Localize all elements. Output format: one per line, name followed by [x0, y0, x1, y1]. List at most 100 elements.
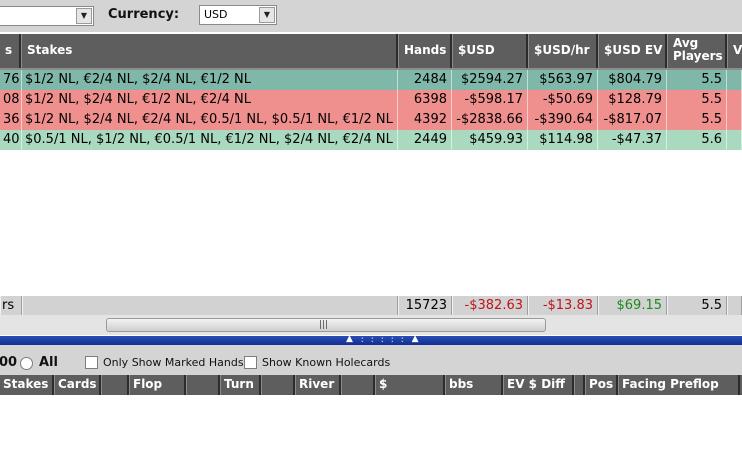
- row-cell-stakes: $1/2 NL, €2/4 NL, $2/4 NL, €1/2 NL: [22, 70, 398, 90]
- column-header-avg-players[interactable]: Avg Players: [667, 34, 727, 68]
- panel-splitter[interactable]: ▲ ⋮⋮⋮⋮⋮ ▲: [0, 334, 742, 345]
- column-header-label: EV $ Diff: [507, 377, 565, 391]
- column-header-blank-2[interactable]: [186, 375, 220, 395]
- column-header-usd-ev[interactable]: $USD EV: [598, 34, 667, 68]
- column-header-usd[interactable]: $USD: [452, 34, 528, 68]
- column-header-label: $USD/hr: [534, 43, 590, 57]
- chevron-down-icon[interactable]: ▼: [259, 7, 275, 23]
- column-header-label: Stakes: [3, 377, 49, 391]
- totals-avg-players: 5.5: [667, 296, 727, 315]
- column-header-label: Cards: [58, 377, 97, 391]
- all-radio[interactable]: [20, 357, 33, 370]
- row-cell-avg-players: 5.5: [667, 90, 727, 110]
- row-cell-avg-players: 5.5: [667, 110, 727, 130]
- scrollbar-thumb[interactable]: |||: [106, 318, 546, 332]
- column-header-blank-1[interactable]: [101, 375, 129, 395]
- known-holecards-label: Show Known Holecards: [262, 356, 391, 369]
- row-cell-usd-per-hour: $114.98: [528, 130, 598, 150]
- row-cell-hands: 6398: [398, 90, 452, 110]
- hands-grid-header: Stakes Cards Flop Turn River $ bbs EV $ …: [0, 375, 742, 395]
- column-header-blank-4[interactable]: [341, 375, 375, 395]
- row-cell-usd: -$2838.66: [452, 110, 528, 130]
- totals-partial: [727, 296, 742, 315]
- column-header-label: River: [299, 377, 335, 391]
- column-header-label: $USD EV: [604, 43, 663, 57]
- row-cell-hands: 4392: [398, 110, 452, 130]
- filter-toolbar: ▼ Currency: USD ▼: [0, 0, 742, 32]
- row-cell-partial-right: [727, 110, 742, 130]
- column-header-facing-preflop[interactable]: Facing Preflop: [618, 375, 740, 395]
- table-row[interactable]: 36 $1/2 NL, $2/4 NL, €2/4 NL, €0.5/1 NL, …: [0, 110, 742, 130]
- splitter-grip-icon: ▲ ⋮⋮⋮⋮⋮ ▲: [346, 334, 420, 344]
- row-cell-usd-per-hour: -$50.69: [528, 90, 598, 110]
- currency-dropdown[interactable]: USD ▼: [199, 5, 277, 25]
- totals-row: rs 15723 -$382.63 -$13.83 $69.15 5.5: [0, 296, 742, 315]
- column-header-partial-right[interactable]: V: [727, 34, 742, 68]
- chevron-down-icon[interactable]: ▼: [76, 8, 92, 24]
- column-header-stakes[interactable]: Stakes: [0, 375, 54, 395]
- totals-usd: -$382.63: [452, 296, 528, 315]
- column-header-label: Turn: [224, 377, 254, 391]
- row-cell-avg-players: 5.6: [667, 130, 727, 150]
- known-holecards-checkbox[interactable]: [244, 356, 257, 369]
- totals-hands: 15723: [398, 296, 452, 315]
- currency-label: Currency:: [108, 7, 180, 22]
- column-header-hands[interactable]: Hands: [398, 34, 452, 68]
- horizontal-scrollbar[interactable]: |||: [0, 315, 742, 335]
- totals-usd-ev: $69.15: [598, 296, 667, 315]
- grip-icon: |||: [319, 320, 329, 330]
- all-label: All: [39, 355, 58, 370]
- table-row[interactable]: 76 $1/2 NL, €2/4 NL, $2/4 NL, €1/2 NL 2484…: [0, 70, 742, 90]
- column-header-river[interactable]: River: [295, 375, 341, 395]
- column-header-flop[interactable]: Flop: [129, 375, 186, 395]
- row-cell-hands: 2449: [398, 130, 452, 150]
- column-header-blank-5[interactable]: [574, 375, 585, 395]
- column-header-cards[interactable]: Cards: [54, 375, 101, 395]
- column-header-label: Stakes: [27, 43, 73, 57]
- column-header-usd-per-hour[interactable]: $USD/hr: [528, 34, 598, 68]
- column-header-label: Hands: [404, 43, 447, 57]
- column-header-stakes[interactable]: Stakes: [21, 34, 398, 68]
- only-marked-checkbox[interactable]: [85, 356, 98, 369]
- column-header-blank-3[interactable]: [261, 375, 295, 395]
- row-cell-usd-ev: $128.79: [598, 90, 667, 110]
- row-cell-partial: 76: [0, 70, 22, 90]
- currency-value: USD: [204, 8, 228, 21]
- totals-label: rs: [0, 296, 22, 315]
- row-cell-usd: $459.93: [452, 130, 528, 150]
- row-cell-partial-right: [727, 70, 742, 90]
- column-header-label: Avg Players: [673, 36, 723, 63]
- column-header-label: V: [733, 43, 742, 57]
- row-cell-usd-ev: -$817.07: [598, 110, 667, 130]
- row-cell-hands: 2484: [398, 70, 452, 90]
- column-header-label: s: [5, 43, 13, 57]
- row-cell-partial-right: [727, 90, 742, 110]
- column-header-label: Facing Preflop: [622, 377, 719, 391]
- row-cell-partial: 40: [0, 130, 22, 150]
- row-cell-usd: $2594.27: [452, 70, 528, 90]
- row-cell-stakes: $0.5/1 NL, $1/2 NL, €0.5/1 NL, €1/2 NL, …: [22, 130, 398, 150]
- column-header-label: Flop: [133, 377, 163, 391]
- column-header-turn[interactable]: Turn: [220, 375, 261, 395]
- filter-dropdown[interactable]: ▼: [0, 6, 94, 26]
- column-header-label: Pos: [589, 377, 614, 391]
- column-header-label: bbs: [449, 377, 474, 391]
- totals-stakes: [22, 296, 398, 315]
- column-header-pos[interactable]: Pos: [585, 375, 618, 395]
- row-cell-partial: 08: [0, 90, 22, 110]
- row-cell-usd-per-hour: $563.97: [528, 70, 598, 90]
- column-header-ev-diff[interactable]: EV $ Diff: [503, 375, 574, 395]
- row-cell-partial: 36: [0, 110, 22, 130]
- column-header-partial[interactable]: s: [0, 34, 21, 68]
- row-cell-usd-per-hour: -$390.64: [528, 110, 598, 130]
- row-cell-stakes: $1/2 NL, $2/4 NL, €1/2 NL, €2/4 NL: [22, 90, 398, 110]
- column-header-dollar[interactable]: $: [375, 375, 445, 395]
- results-grid-header: s Stakes Hands $USD $USD/hr $USD EV Avg …: [0, 34, 742, 68]
- hand-filter-bar: 00 All Only Show Marked Hands Show Known…: [0, 345, 742, 375]
- table-row[interactable]: 40 $0.5/1 NL, $1/2 NL, €0.5/1 NL, €1/2 NL…: [0, 130, 742, 150]
- table-row[interactable]: 08 $1/2 NL, $2/4 NL, €1/2 NL, €2/4 NL 6398…: [0, 90, 742, 110]
- hand-limit-partial: 00: [0, 355, 18, 370]
- row-cell-usd-ev: -$47.37: [598, 130, 667, 150]
- column-header-bbs[interactable]: bbs: [445, 375, 503, 395]
- row-cell-avg-players: 5.5: [667, 70, 727, 90]
